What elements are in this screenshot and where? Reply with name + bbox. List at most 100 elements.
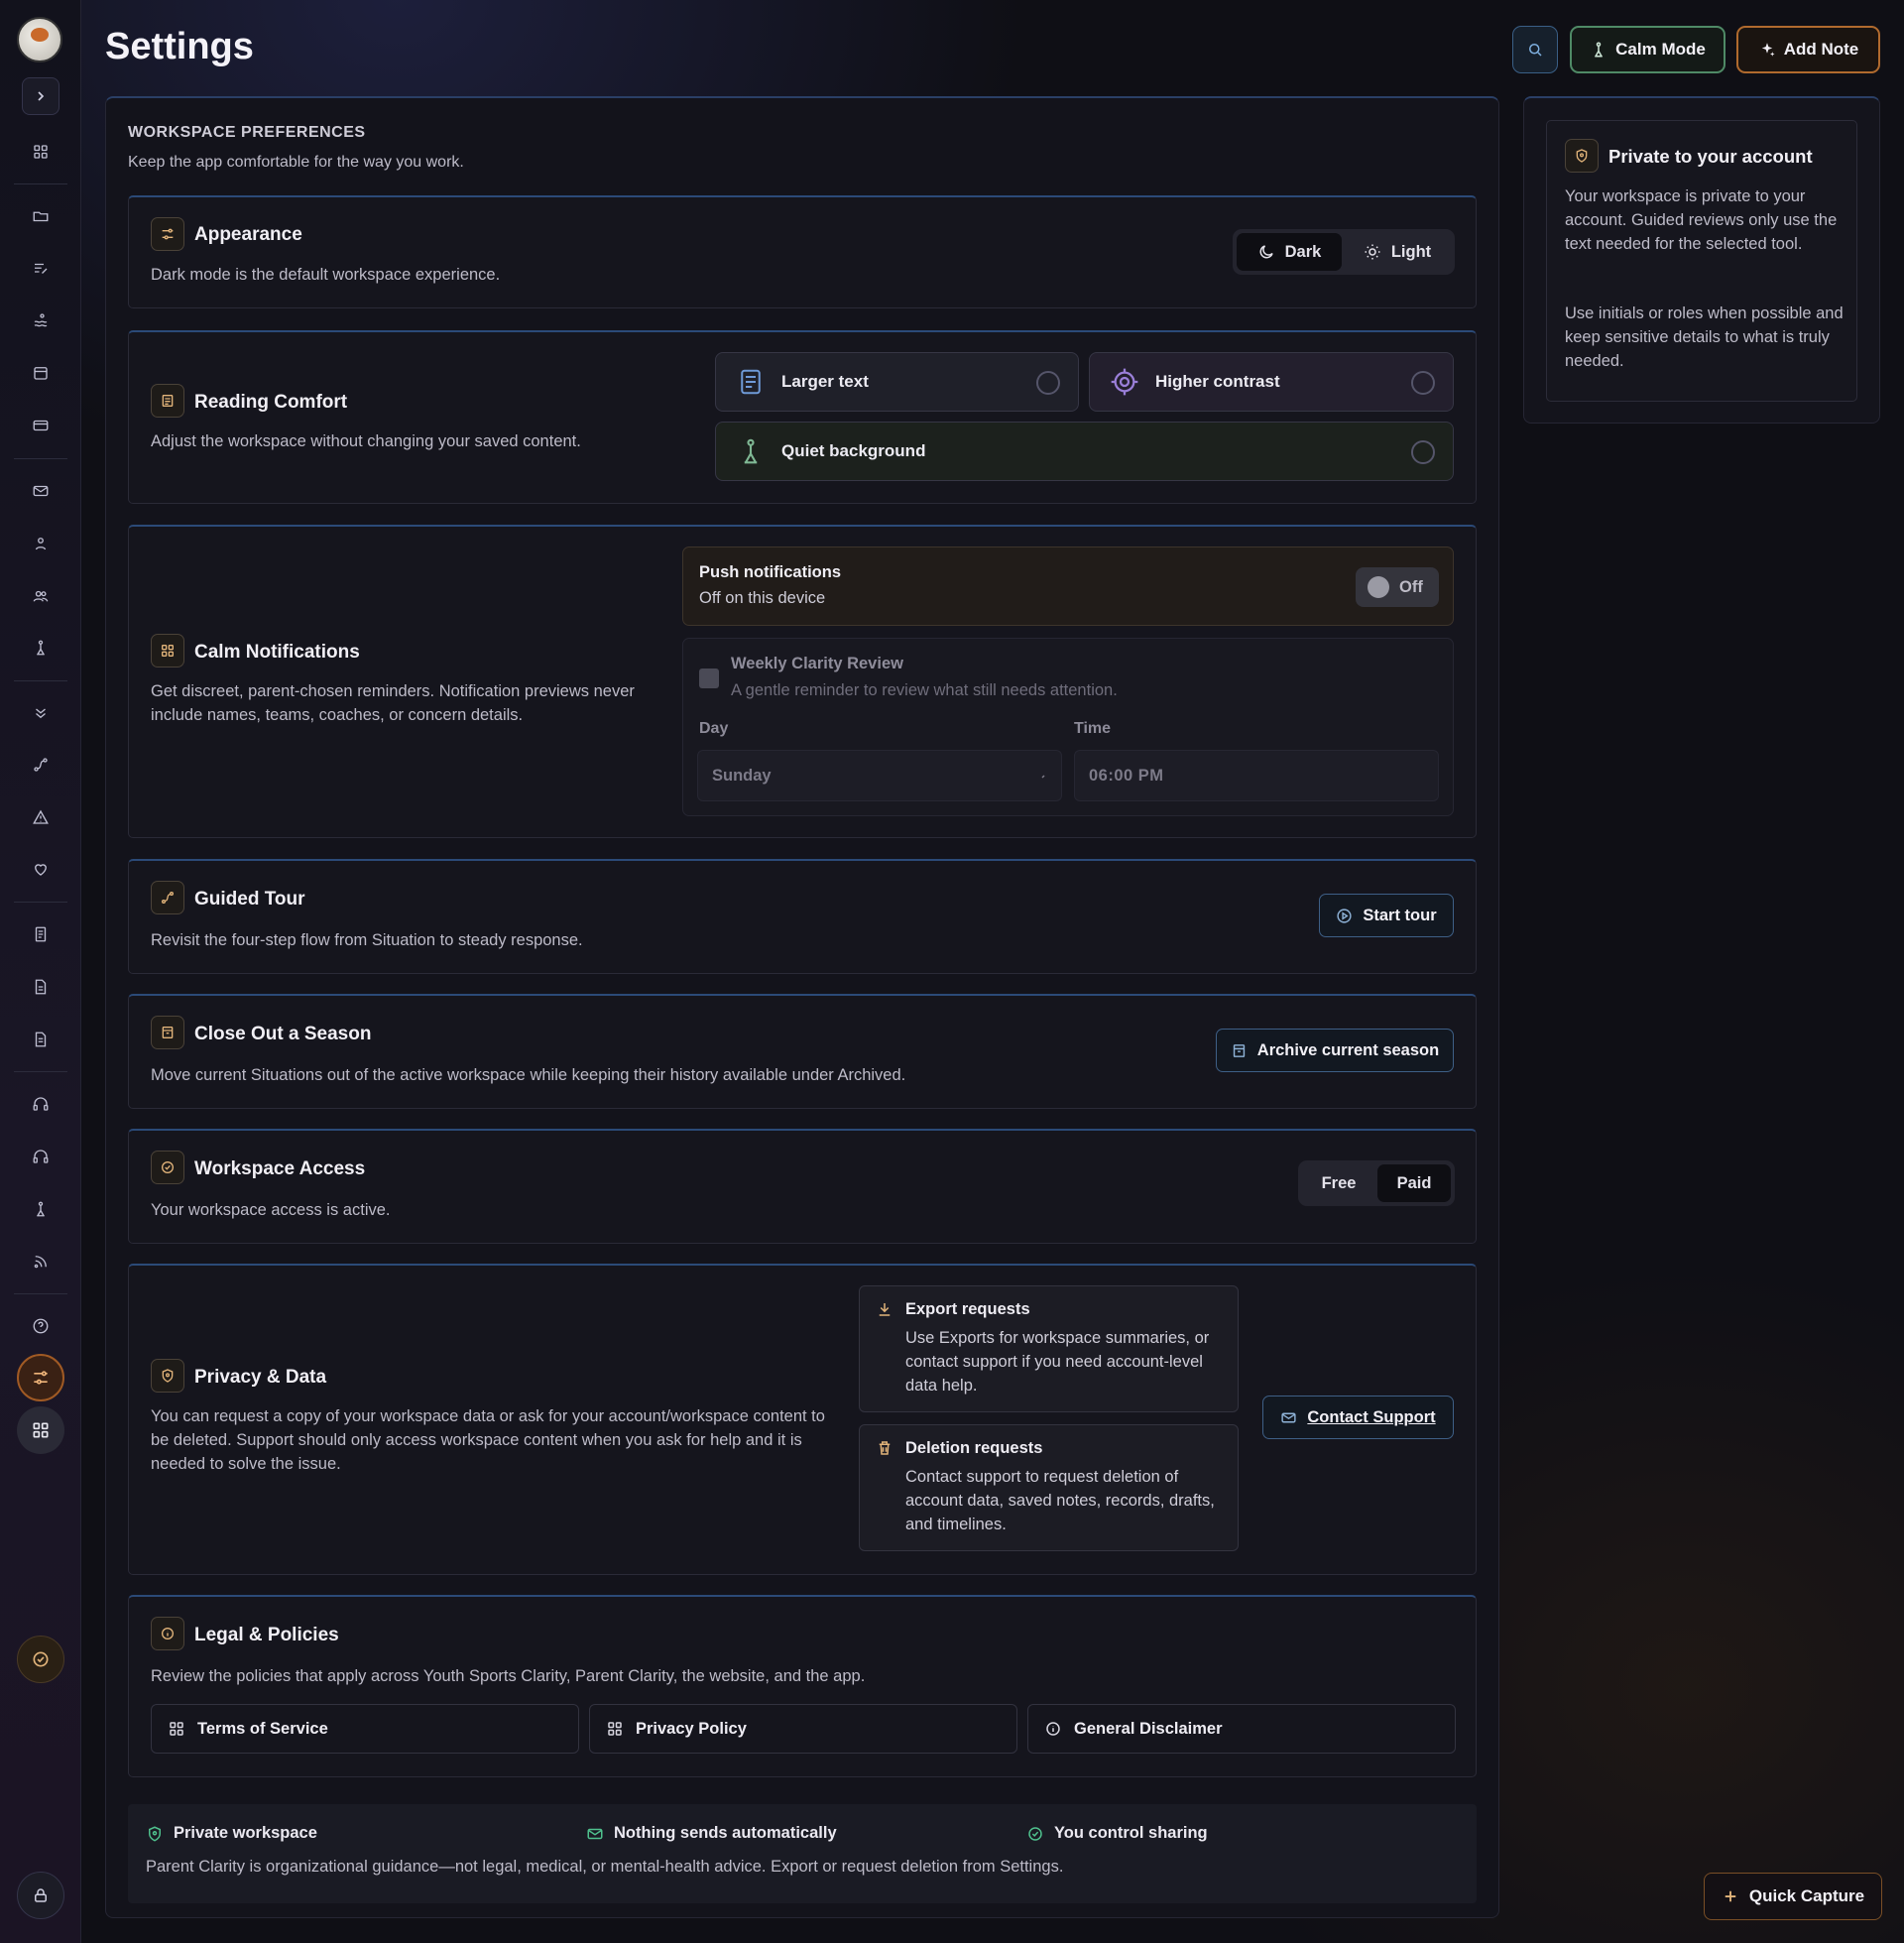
privacy-title: Privacy & Data bbox=[194, 1367, 327, 1388]
reading-comfort-title: Reading Comfort bbox=[194, 392, 348, 413]
sidebar-item-calendar[interactable] bbox=[26, 358, 56, 388]
deletion-requests-title: Deletion requests bbox=[905, 1439, 1043, 1457]
chevrons-down-icon bbox=[36, 708, 46, 719]
sidebar-item-alerts[interactable] bbox=[26, 802, 56, 832]
file-text-icon bbox=[35, 979, 47, 995]
sidebar-item-feed[interactable] bbox=[26, 1247, 56, 1276]
sidebar-item-collapse[interactable] bbox=[26, 697, 56, 727]
sidebar-item-cards[interactable] bbox=[26, 411, 56, 440]
footer-private-workspace: Private workspace bbox=[146, 1824, 317, 1843]
quiet-background-radio[interactable] bbox=[1411, 440, 1435, 464]
calendar-icon bbox=[34, 367, 48, 380]
sidebar-item-support[interactable] bbox=[26, 1089, 56, 1119]
sparkle-icon bbox=[1761, 43, 1775, 57]
higher-contrast-radio[interactable] bbox=[1411, 371, 1435, 395]
legal-title: Legal & Policies bbox=[194, 1625, 339, 1645]
chevron-down-icon bbox=[1041, 775, 1045, 779]
calm-mode-button[interactable]: Calm Mode bbox=[1570, 26, 1726, 73]
play-circle-icon bbox=[1337, 908, 1352, 923]
swimmer-icon bbox=[34, 313, 48, 327]
footer-item-label: Nothing sends automatically bbox=[614, 1824, 837, 1842]
sidebar-item-person[interactable] bbox=[26, 529, 56, 558]
sidebar-lock[interactable] bbox=[17, 1872, 64, 1919]
higher-contrast-label: Higher contrast bbox=[1155, 372, 1280, 391]
workspace-access-desc: Your workspace access is active. bbox=[151, 1201, 391, 1219]
note-icon bbox=[151, 384, 184, 418]
sidebar-item-reports[interactable] bbox=[26, 972, 56, 1002]
expand-sidebar-button[interactable] bbox=[22, 77, 60, 115]
sidebar-item-exports[interactable] bbox=[26, 1025, 56, 1054]
check-badge-icon bbox=[151, 1151, 184, 1184]
sidebar-item-route[interactable] bbox=[26, 750, 56, 780]
sidebar-item-records[interactable] bbox=[26, 919, 56, 949]
privacy-side-inner: Private to your account Your workspace i… bbox=[1546, 120, 1857, 402]
larger-text-radio[interactable] bbox=[1036, 371, 1060, 395]
sidebar-item-apps[interactable] bbox=[17, 1406, 64, 1454]
sidebar-item-folders[interactable] bbox=[26, 201, 56, 231]
grid-icon bbox=[151, 634, 184, 668]
figure-icon bbox=[734, 434, 768, 468]
shield-icon bbox=[1565, 139, 1599, 173]
sidebar-item-notes[interactable] bbox=[26, 254, 56, 284]
privacy-policy-link[interactable]: Privacy Policy bbox=[589, 1704, 1017, 1754]
plan-paid-label: Paid bbox=[1396, 1173, 1432, 1192]
quiet-background-option[interactable]: Quiet background bbox=[715, 422, 1454, 481]
search-button[interactable] bbox=[1512, 26, 1558, 73]
sidebar-item-people[interactable] bbox=[26, 581, 56, 611]
download-icon bbox=[879, 1303, 891, 1316]
plan-toggle: Free Paid bbox=[1298, 1160, 1455, 1206]
weekly-review-checkbox[interactable] bbox=[699, 668, 719, 688]
settings-panel: WORKSPACE PREFERENCES Keep the app comfo… bbox=[105, 96, 1499, 1918]
quiet-background-label: Quiet background bbox=[781, 441, 926, 460]
push-title: Push notifications bbox=[699, 563, 842, 581]
sidebar-item-settings-active[interactable] bbox=[17, 1354, 64, 1401]
appearance-title: Appearance bbox=[194, 224, 302, 245]
notifications-desc: Get discreet, parent-chosen reminders. N… bbox=[151, 682, 635, 724]
general-disclaimer-link[interactable]: General Disclaimer bbox=[1027, 1704, 1456, 1754]
day-select[interactable]: Sunday bbox=[697, 750, 1062, 801]
person-icon bbox=[35, 538, 47, 550]
document-icon bbox=[35, 926, 47, 942]
contact-support-button[interactable]: Contact Support bbox=[1262, 1396, 1454, 1439]
terms-of-service-link[interactable]: Terms of Service bbox=[151, 1704, 579, 1754]
calm-notifications-card: Calm Notifications Get discreet, parent-… bbox=[128, 525, 1477, 838]
larger-text-option[interactable]: Larger text bbox=[715, 352, 1079, 412]
higher-contrast-option[interactable]: Higher contrast bbox=[1089, 352, 1454, 412]
sidebar-item-dashboard[interactable] bbox=[26, 137, 56, 167]
sidebar-item-help[interactable] bbox=[26, 1311, 56, 1341]
add-note-button[interactable]: Add Note bbox=[1736, 26, 1880, 73]
footer-nothing-sends: Nothing sends automatically bbox=[586, 1824, 837, 1843]
theme-dark-option[interactable]: Dark bbox=[1237, 233, 1342, 271]
day-label: Day bbox=[699, 720, 729, 737]
time-input[interactable]: 06:00 PM bbox=[1074, 750, 1439, 801]
sidebar-status-verified[interactable] bbox=[17, 1636, 64, 1683]
rss-icon bbox=[34, 1256, 47, 1269]
sidebar-item-messages[interactable] bbox=[26, 476, 56, 506]
shield-icon bbox=[151, 1359, 184, 1393]
quick-capture-button[interactable]: Quick Capture bbox=[1704, 1873, 1882, 1920]
target-icon bbox=[1108, 365, 1141, 399]
plan-free-option[interactable]: Free bbox=[1302, 1164, 1375, 1202]
grid-icon bbox=[608, 1722, 622, 1736]
document-lines-icon bbox=[734, 365, 768, 399]
app-logo[interactable] bbox=[17, 17, 62, 62]
theme-toggle: Dark Light bbox=[1233, 229, 1455, 275]
start-tour-button[interactable]: Start tour bbox=[1319, 894, 1454, 937]
archive-season-button[interactable]: Archive current season bbox=[1216, 1029, 1454, 1072]
contact-support-label: Contact Support bbox=[1307, 1407, 1436, 1426]
footer-control-sharing: You control sharing bbox=[1026, 1824, 1208, 1843]
figure-icon bbox=[37, 640, 45, 656]
sidebar-item-wellbeing[interactable] bbox=[26, 854, 56, 884]
privacy-desc: You can request a copy of your workspace… bbox=[151, 1407, 825, 1473]
sidebar-item-activity[interactable] bbox=[26, 305, 56, 335]
theme-light-option[interactable]: Light bbox=[1344, 233, 1451, 271]
mail-icon bbox=[1281, 1412, 1296, 1422]
sliders-icon bbox=[151, 217, 184, 251]
sidebar-item-audio[interactable] bbox=[26, 1142, 56, 1171]
plan-paid-option[interactable]: Paid bbox=[1377, 1164, 1451, 1202]
sidebar-item-calm[interactable] bbox=[26, 633, 56, 663]
sidebar-item-calm-mode[interactable] bbox=[26, 1194, 56, 1224]
sidebar-divider bbox=[14, 680, 67, 681]
close-season-title: Close Out a Season bbox=[194, 1024, 372, 1044]
push-toggle[interactable]: Off bbox=[1356, 567, 1439, 607]
